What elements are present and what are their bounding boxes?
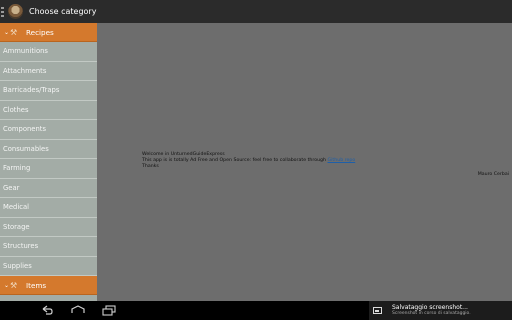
info-text: This app is is totally Ad Free and Open … — [142, 158, 328, 163]
back-icon[interactable] — [40, 305, 54, 316]
category-item-consumables[interactable]: Consumables — [0, 140, 97, 159]
category-item-structures[interactable]: Structures — [0, 237, 97, 257]
action-bar-title: Choose category — [29, 7, 97, 16]
navigation-drawer: ⌄ ⚒ Recipes Ammunitions Attachments Barr… — [0, 23, 97, 301]
author-signature: Mauro Cerbai — [477, 172, 509, 177]
thanks-line: Thanks — [142, 164, 159, 169]
notification-subtitle: Screenshot in corso di salvataggio. — [392, 311, 471, 316]
notification-text: Salvataggio screenshot... Screenshot in … — [392, 304, 471, 317]
app-logo-icon[interactable] — [8, 4, 23, 19]
category-item-clothes[interactable]: Clothes — [0, 101, 97, 120]
category-item-medical[interactable]: Medical — [0, 198, 97, 218]
hammer-icon: ⚒ — [10, 27, 18, 37]
recent-apps-icon[interactable] — [102, 305, 116, 316]
category-item-storage[interactable]: Storage — [0, 218, 97, 237]
category-item-attachments[interactable]: Attachments — [0, 62, 97, 81]
category-item-gear[interactable]: Gear — [0, 179, 97, 198]
items-group-header[interactable]: ⌄ ⚒ Items — [0, 276, 97, 295]
recipes-label: Recipes — [26, 27, 54, 37]
github-link[interactable]: Github repo — [327, 158, 355, 163]
notification-title: Salvataggio screenshot... — [392, 304, 468, 311]
tools-icon: ⚒ — [10, 280, 18, 290]
screenshot-notification[interactable]: Salvataggio screenshot... Screenshot in … — [369, 301, 512, 320]
image-icon — [373, 307, 382, 314]
welcome-text: Welcome in UnturnedGuideExpress This app… — [142, 152, 355, 170]
items-label: Items — [26, 280, 47, 290]
category-item-components[interactable]: Components — [0, 120, 97, 140]
category-item-supplies[interactable]: Supplies — [0, 257, 97, 276]
category-item-barricades-traps[interactable]: Barricades/Traps — [0, 81, 97, 101]
chevron-down-icon: ⌄ — [4, 281, 10, 289]
category-item-ammunitions[interactable]: Ammunitions — [0, 42, 97, 62]
info-line: This app is is totally Ad Free and Open … — [142, 158, 355, 164]
home-icon[interactable] — [71, 305, 85, 316]
chevron-down-icon: ⌄ — [4, 28, 10, 36]
recipes-group-header[interactable]: ⌄ ⚒ Recipes — [0, 23, 97, 42]
drawer-toggle-icon[interactable] — [1, 6, 5, 17]
category-item-farming[interactable]: Farming — [0, 159, 97, 179]
action-bar: Choose category — [0, 0, 512, 23]
